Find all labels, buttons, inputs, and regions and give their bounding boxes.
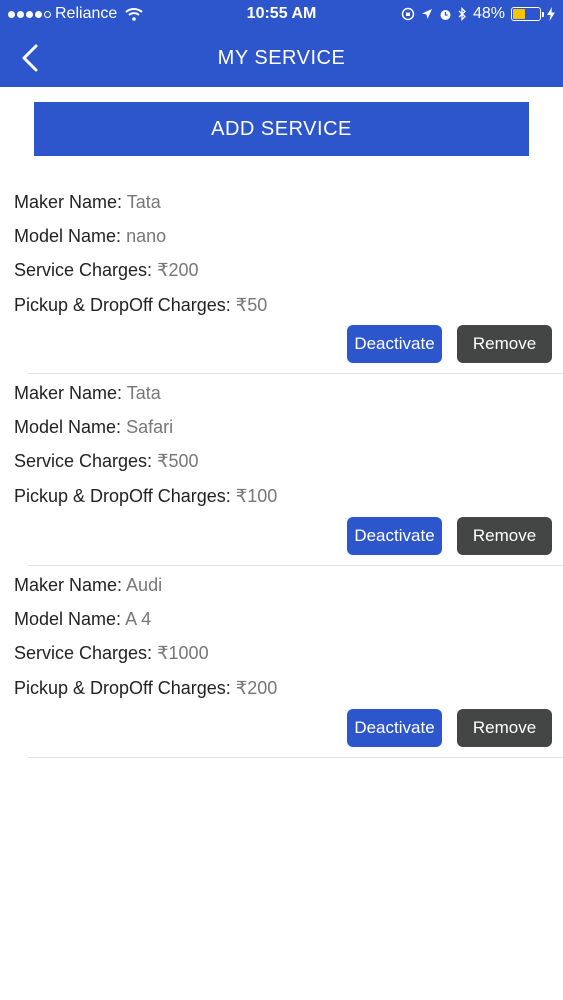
maker-label: Maker Name:: [14, 192, 123, 212]
app-header: Reliance 10:55 AM 48% MY SERVICE: [0, 0, 563, 87]
card-divider: [28, 757, 563, 758]
card-divider: [28, 373, 563, 374]
maker-value: Audi: [126, 575, 163, 595]
pickup-charges-row: Pickup & DropOff Charges: ₹50: [14, 295, 267, 316]
pickup-charges-row: Pickup & DropOff Charges: ₹100: [14, 486, 277, 507]
pickup-charges-label: Pickup & DropOff Charges:: [14, 295, 231, 315]
pickup-charges-value: ₹200: [235, 678, 278, 698]
pickup-charges-label: Pickup & DropOff Charges:: [14, 678, 231, 698]
orientation-lock-icon: [401, 7, 415, 21]
card-divider: [28, 565, 563, 566]
model-label: Model Name:: [14, 226, 122, 246]
service-charges-label: Service Charges:: [14, 451, 153, 471]
model-value: nano: [126, 226, 167, 246]
model-label: Model Name:: [14, 609, 122, 629]
add-service-button[interactable]: ADD SERVICE: [34, 102, 529, 156]
remove-button[interactable]: Remove: [457, 517, 552, 555]
service-charges-row: Service Charges: ₹500: [14, 451, 199, 472]
status-bar: Reliance 10:55 AM 48%: [0, 0, 563, 30]
model-row: Model Name: Safari: [14, 417, 173, 438]
deactivate-button[interactable]: Deactivate: [347, 709, 442, 747]
maker-value: Tata: [126, 192, 161, 212]
nav-bar: MY SERVICE: [0, 30, 563, 87]
remove-button[interactable]: Remove: [457, 325, 552, 363]
model-value: A 4: [125, 609, 152, 629]
maker-row: Maker Name: Audi: [14, 575, 162, 596]
service-charges-row: Service Charges: ₹200: [14, 260, 199, 281]
battery-level: [513, 9, 526, 19]
model-row: Model Name: nano: [14, 226, 166, 247]
deactivate-button[interactable]: Deactivate: [347, 325, 442, 363]
status-right: 48%: [401, 5, 555, 23]
alarm-icon: [440, 9, 451, 20]
service-card: Maker Name: Tata Model Name: Safari Serv…: [0, 377, 563, 569]
model-row: Model Name: A 4: [14, 609, 151, 630]
maker-row: Maker Name: Tata: [14, 192, 161, 213]
location-arrow-icon: [421, 9, 432, 19]
bluetooth-icon: [458, 7, 466, 21]
service-charges-label: Service Charges:: [14, 643, 153, 663]
maker-label: Maker Name:: [14, 575, 123, 595]
remove-button[interactable]: Remove: [457, 709, 552, 747]
pickup-charges-row: Pickup & DropOff Charges: ₹200: [14, 678, 277, 699]
service-charges-value: ₹500: [157, 451, 199, 471]
service-charges-value: ₹200: [157, 260, 199, 280]
maker-label: Maker Name:: [14, 383, 123, 403]
pickup-charges-label: Pickup & DropOff Charges:: [14, 486, 231, 506]
service-card: Maker Name: Audi Model Name: A 4 Service…: [0, 569, 563, 761]
maker-value: Tata: [126, 383, 161, 403]
battery-percent: 48%: [472, 5, 505, 22]
service-charges-label: Service Charges:: [14, 260, 153, 280]
charging-bolt-icon: [547, 7, 555, 21]
service-card: Maker Name: Tata Model Name: nano Servic…: [0, 185, 563, 377]
service-charges-row: Service Charges: ₹1000: [14, 643, 209, 664]
maker-row: Maker Name: Tata: [14, 383, 161, 404]
pickup-charges-value: ₹100: [235, 486, 278, 506]
battery-icon: [511, 7, 544, 21]
model-label: Model Name:: [14, 417, 122, 437]
pickup-charges-value: ₹50: [235, 295, 268, 315]
page-title: MY SERVICE: [217, 47, 346, 69]
model-value: Safari: [126, 417, 174, 437]
service-charges-value: ₹1000: [157, 643, 209, 663]
deactivate-button[interactable]: Deactivate: [347, 517, 442, 555]
